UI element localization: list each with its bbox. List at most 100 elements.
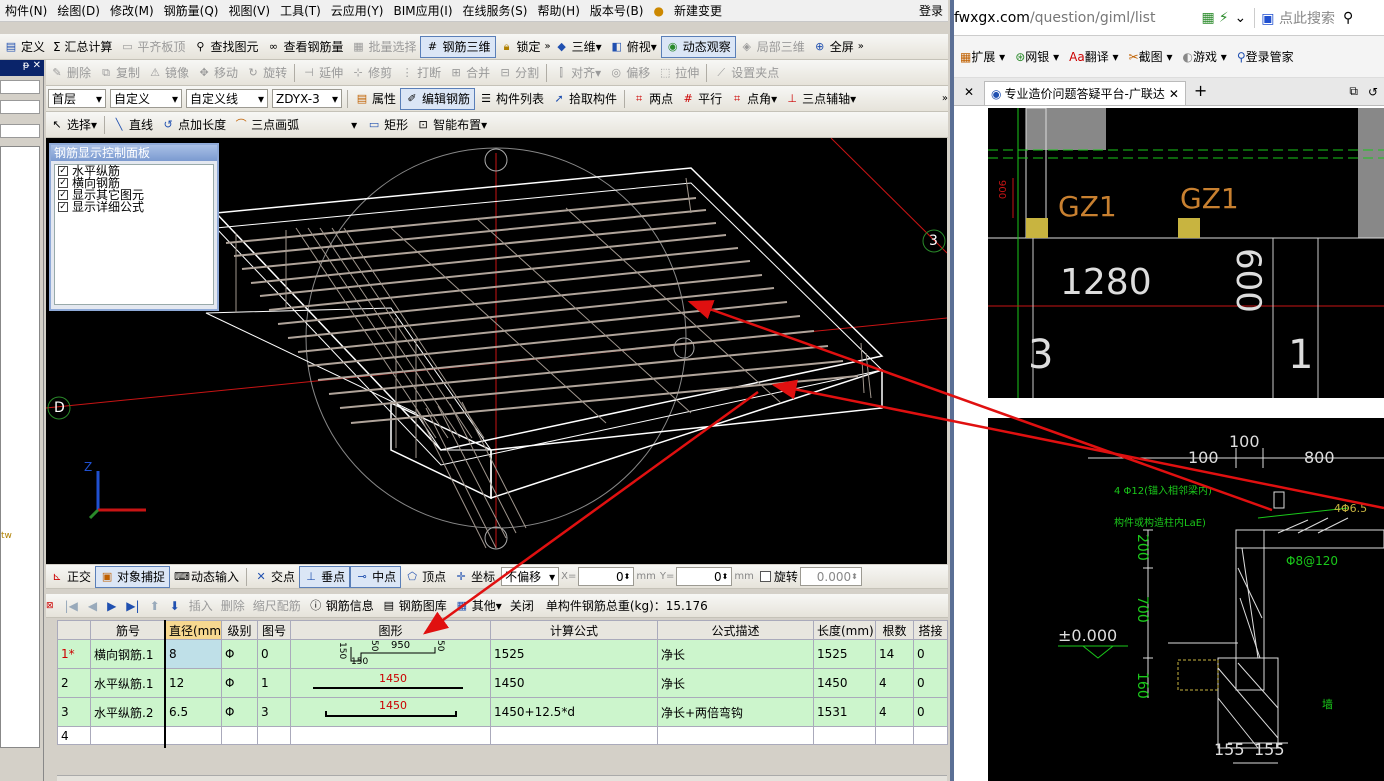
shape-cell[interactable]: 950 150 150 50 50 (290, 639, 491, 669)
two-points-button[interactable]: ⌗ 两点 (628, 88, 677, 110)
spinner-icon[interactable]: ⬍ (722, 572, 729, 581)
rotate-button[interactable]: ↻ 旋转 (242, 62, 291, 84)
qr-icon[interactable]: ▦ (1201, 10, 1214, 26)
lock-button[interactable]: 🔒︎ 锁定 (496, 36, 545, 58)
undo-close-icon[interactable]: ↺ (1368, 85, 1378, 99)
offset-button[interactable]: ◎ 偏移 (605, 62, 654, 84)
top-view-button[interactable]: ◧ 俯视 ▾ (606, 36, 661, 58)
y-input[interactable]: 0 ⬍ (676, 567, 733, 586)
three-point-arc-button[interactable]: ⌒ 三点画弧 (230, 114, 303, 136)
scale-rebar-button[interactable]: 缩尺配筋 (249, 595, 305, 617)
spinner-icon[interactable]: ⬍ (624, 572, 631, 581)
close-button[interactable]: 关闭 (506, 595, 538, 617)
insert-row-button[interactable]: 插入 (185, 595, 217, 617)
rectangle-button[interactable]: ▭ 矩形 (363, 114, 412, 136)
spinner-icon[interactable]: ⬍ (851, 572, 858, 581)
flat-top-button[interactable]: ▭ 平齐板顶 (116, 36, 189, 58)
menu-new-change[interactable]: 新建变更 (669, 0, 727, 21)
vertex-snap[interactable]: ⬠ 顶点 (401, 566, 450, 588)
point-length-button[interactable]: ↺ 点加长度 (157, 114, 230, 136)
dock-item[interactable] (0, 100, 40, 114)
tab-close-icon[interactable]: ✕ (954, 85, 984, 99)
find-element-button[interactable]: ⚲ 查找图元 (189, 36, 262, 58)
browser-tab[interactable]: ◉ 专业造价问题答疑平台-广联达 ✕ (984, 81, 1186, 105)
col-lap[interactable]: 搭接 (913, 620, 948, 640)
col-diameter[interactable]: 直径(mm) (165, 620, 222, 640)
login-link[interactable]: 登录 (914, 0, 948, 21)
next-icon[interactable]: ▶ (107, 599, 116, 613)
ortho-toggle[interactable]: ⊾ 正交 (46, 566, 95, 588)
component-type-select[interactable]: 自定义 ▾ (110, 89, 182, 108)
merge-button[interactable]: ⊞ 合并 (445, 62, 494, 84)
intersection-snap[interactable]: ✕ 交点 (250, 566, 299, 588)
three-point-axis-button[interactable]: ⊥ 三点辅轴 ▾ (781, 88, 860, 110)
menu-online[interactable]: 在线服务(S) (458, 0, 533, 21)
select-button[interactable]: ↖ 选择 ▾ (46, 114, 101, 136)
dropdown-arrow-icon[interactable]: ⌄ (1235, 10, 1247, 26)
shape-cell[interactable]: 1450 (290, 697, 491, 727)
x-input[interactable]: 0 ⬍ (578, 567, 635, 586)
table-row[interactable]: 4 (57, 726, 948, 745)
dynamic-input-toggle[interactable]: ⌨ 动态输入 (170, 566, 243, 588)
delete-row-button[interactable]: 删除 (217, 595, 249, 617)
ext-extensions[interactable]: ▦扩展 ▾ (960, 48, 1005, 65)
dynamic-observe-button[interactable]: ◉ 动态观察 (660, 35, 736, 58)
ext-games[interactable]: ◐游戏 ▾ (1182, 48, 1226, 65)
search-box[interactable]: ▣ 点此搜索 (1254, 7, 1335, 28)
point-angle-button[interactable]: ⌗ 点角 ▾ (726, 88, 781, 110)
horizontal-scrollbar[interactable] (57, 775, 947, 781)
address-bar[interactable]: fwxgx.com/question/giml/list ▦ ⚡ ⌄ ▣ 点此搜… (954, 0, 1384, 36)
fullscreen-button[interactable]: ⊕ 全屏 (809, 36, 858, 58)
rebar-3d-button[interactable]: # 钢筋三维 (420, 35, 496, 58)
component-list-button[interactable]: ☰ 构件列表 (475, 88, 548, 110)
rotate-input[interactable]: 0.000 ⬍ (799, 567, 862, 586)
rebar-library-button[interactable]: ▤ 钢筋图库 (378, 595, 451, 617)
mirror-button[interactable]: ⚠ 镜像 (144, 62, 193, 84)
floor-select[interactable]: 首层 ▾ (48, 89, 106, 108)
menu-component[interactable]: 构件(N) (0, 0, 52, 21)
custom-line-select[interactable]: 自定义线 ▾ (186, 89, 268, 108)
col-length[interactable]: 长度(mm) (813, 620, 876, 640)
split-button[interactable]: ⊟ 分割 (494, 62, 543, 84)
menu-version[interactable]: 版本号(B) (585, 0, 649, 21)
new-tab-icon[interactable]: + (1194, 81, 1207, 100)
menu-view[interactable]: 视图(V) (223, 0, 275, 21)
component-tree[interactable]: tw (0, 146, 40, 748)
checkbox-show-formula[interactable]: ✓ 显示详细公式 (55, 201, 213, 213)
first-icon[interactable]: |◀ (65, 599, 78, 613)
smart-layout-button[interactable]: ⊡ 智能布置 ▾ (412, 114, 491, 136)
panel-close-icon[interactable]: ⊠ (46, 601, 54, 611)
arc-mode-select[interactable]: ▾ (305, 115, 361, 134)
summary-button[interactable]: Σ 汇总计算 (49, 36, 116, 58)
move-down-icon[interactable]: ⬇ (170, 599, 180, 613)
trim-button[interactable]: ⊹ 修剪 (347, 62, 396, 84)
col-formula[interactable]: 计算公式 (490, 620, 658, 640)
view-rebar-button[interactable]: ∞ 查看钢筋量 (262, 36, 347, 58)
ext-login-manager[interactable]: ⚲登录管家 (1237, 48, 1294, 65)
extend-button[interactable]: ⊣ 延伸 (298, 62, 347, 84)
offset-select[interactable]: 不偏移 ▾ (501, 567, 560, 586)
col-desc[interactable]: 公式描述 (657, 620, 814, 640)
dock-item[interactable] (0, 124, 40, 138)
rotate-checkbox[interactable] (759, 571, 771, 582)
ext-screenshot[interactable]: ✂截图 ▾ (1129, 48, 1173, 65)
break-button[interactable]: ⋮ 打断 (396, 62, 445, 84)
stretch-button[interactable]: ⬚ 拉伸 (654, 62, 703, 84)
menu-draw[interactable]: 绘图(D) (52, 0, 105, 21)
table-row[interactable]: 2 水平纵筋.1 12 Φ 1 1450 1450 净长 1450 4 0 (57, 668, 948, 698)
restore-tab-icon[interactable]: ⧉ (1349, 84, 1358, 99)
pin-icon[interactable]: ᵽ (23, 60, 30, 71)
delete-button[interactable]: ✎ 删除 (46, 62, 95, 84)
search-icon[interactable]: ⚲ (1343, 10, 1353, 26)
col-grade[interactable]: 级别 (221, 620, 258, 640)
other-button[interactable]: ▦ 其他 ▾ (451, 595, 506, 617)
shape-cell[interactable]: 1450 (290, 668, 491, 698)
menu-bim[interactable]: BIM应用(I) (388, 0, 457, 21)
view-3d-button[interactable]: ◆ 三维 ▾ (551, 36, 606, 58)
perpendicular-snap[interactable]: ⊥ 垂点 (299, 565, 351, 588)
table-row[interactable]: 1* 横向钢筋.1 8 Φ 0 950 150 150 50 50 1525 净… (57, 639, 948, 669)
pick-component-button[interactable]: ➚ 拾取构件 (548, 88, 621, 110)
menu-tools[interactable]: 工具(T) (275, 0, 326, 21)
object-snap-toggle[interactable]: ▣ 对象捕捉 (95, 565, 171, 588)
menu-cloud[interactable]: 云应用(Y) (326, 0, 389, 21)
